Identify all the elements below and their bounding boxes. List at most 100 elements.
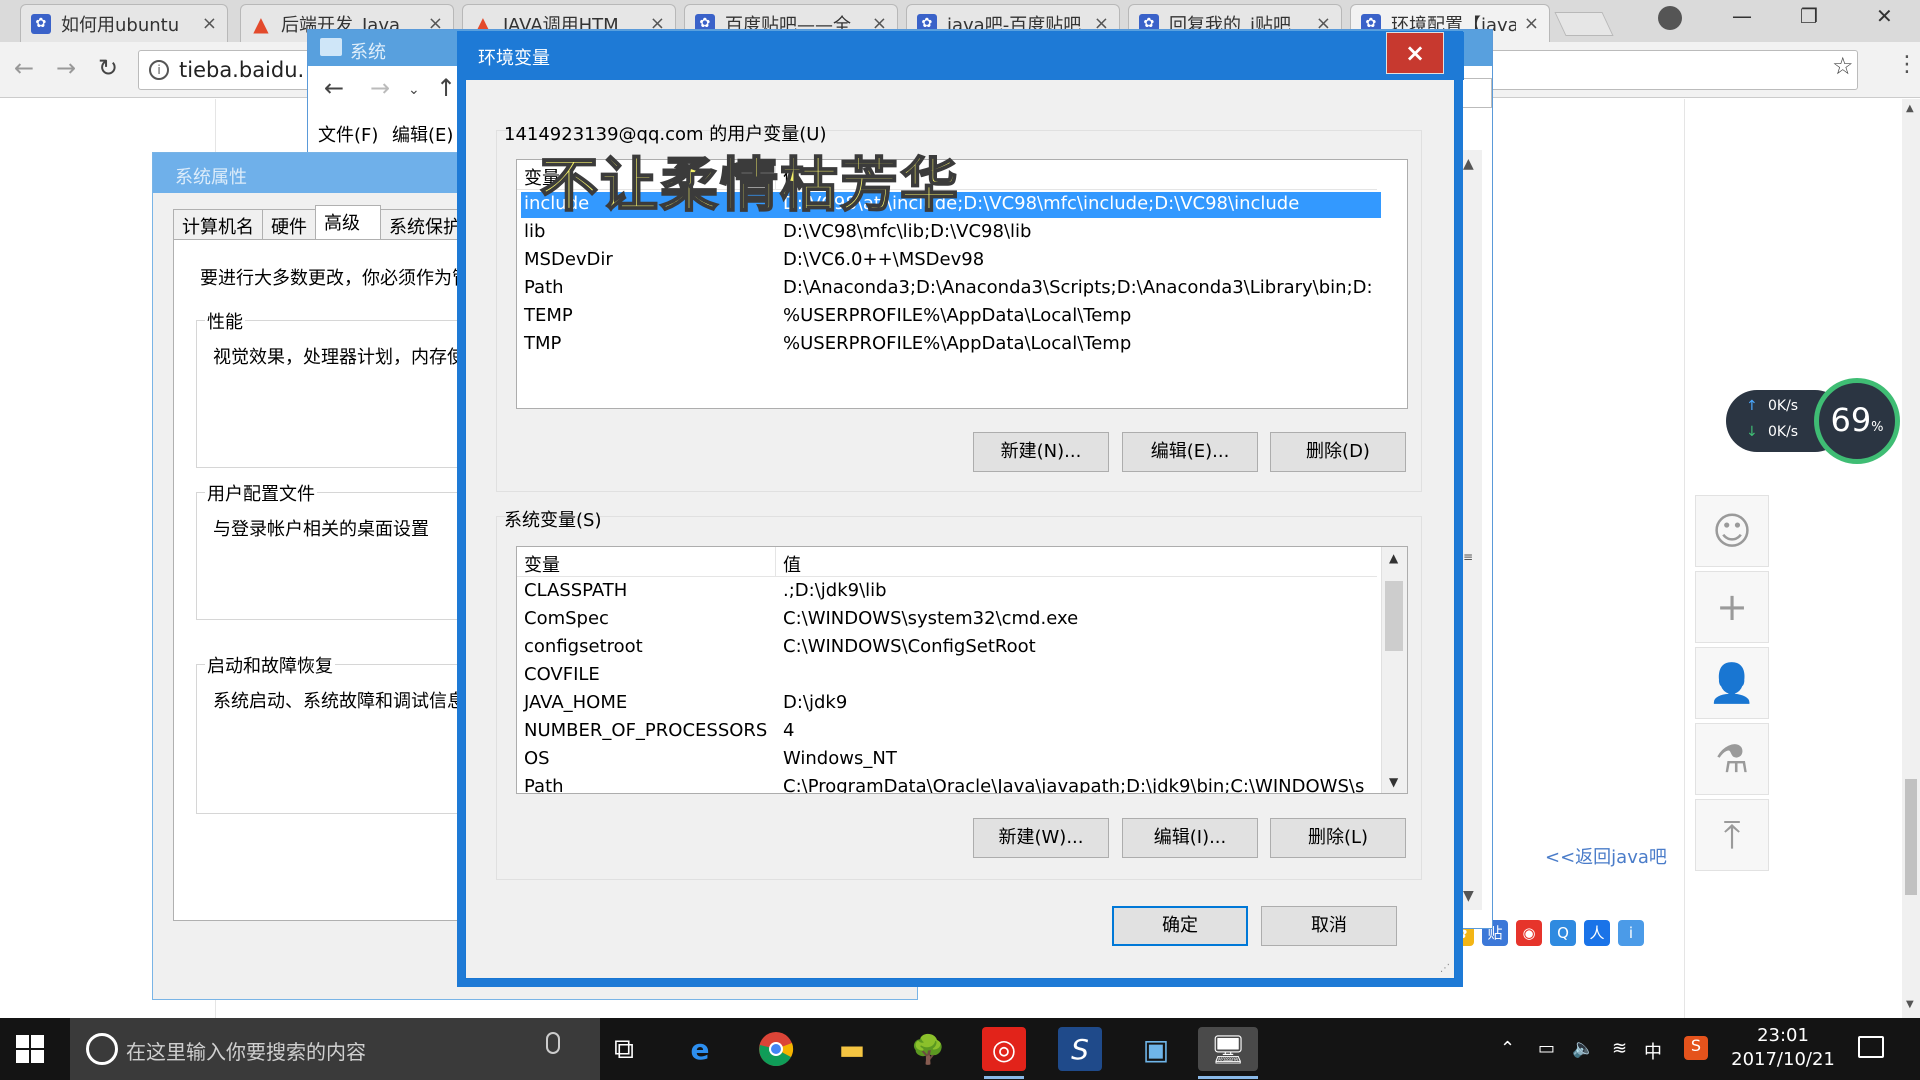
scroll-down-icon[interactable]: ▼ (1389, 775, 1398, 789)
cortana-icon[interactable] (86, 1033, 118, 1065)
up-arrow-icon[interactable]: ↑ (436, 74, 456, 102)
netease-music-icon[interactable]: ◎ (982, 1027, 1026, 1071)
column-header-value[interactable]: 值 (783, 551, 801, 577)
microphone-icon[interactable] (546, 1032, 560, 1054)
env-titlebar[interactable]: 环境变量 × (458, 32, 1464, 80)
task-view-icon[interactable]: ⧉ (602, 1027, 646, 1071)
column-divider[interactable] (775, 547, 776, 577)
table-row[interactable]: TMP %USERPROFILE%\AppData\Local\Temp (521, 332, 1381, 358)
cancel-button[interactable]: 取消 (1261, 906, 1397, 946)
table-row[interactable]: JAVA_HOME D:\jdk9 (521, 691, 1381, 717)
user-icon[interactable]: 👤 (1695, 647, 1769, 719)
back-to-top-icon[interactable]: ⤒ (1695, 799, 1769, 871)
control-panel-icon[interactable]: ▣ (1134, 1027, 1178, 1071)
clock[interactable]: 23:01 2017/10/21 (1728, 1024, 1838, 1072)
tab-system-protection[interactable]: 系统保护 (380, 209, 470, 239)
close-window-icon[interactable]: ✕ (1876, 4, 1893, 28)
ime-indicator[interactable]: 中 (1644, 1038, 1662, 1064)
wifi-icon[interactable]: ≋ (1612, 1038, 1627, 1059)
table-row[interactable]: CLASSPATH .;D:\jdk9\lib (521, 579, 1381, 605)
var-value: D:\jdk9 (783, 692, 848, 713)
new-tab-button[interactable] (1554, 12, 1614, 36)
network-speed-widget[interactable]: ↑ 0K/s ↓ 0K/s 69% (1726, 378, 1900, 470)
tab-close-icon[interactable]: × (202, 13, 217, 34)
scrollbar-thumb[interactable] (1385, 581, 1403, 651)
explorer-scrollbar[interactable]: ▲ ≡ ▼ (1458, 150, 1482, 910)
app-s-icon[interactable]: S (1058, 1027, 1102, 1071)
action-center-icon[interactable] (1858, 1036, 1884, 1058)
volume-icon[interactable]: 🔈 (1572, 1038, 1594, 1059)
scroll-up-icon[interactable]: ▲ (1389, 551, 1398, 565)
chevron-up-icon[interactable]: ⌃ (1500, 1038, 1515, 1059)
browser-tab[interactable]: ✿ 如何用ubuntu × (20, 4, 228, 42)
windows-start-icon[interactable] (16, 1035, 44, 1063)
search-placeholder: 在这里输入你要搜索的内容 (126, 1040, 366, 1064)
edge-browser-icon[interactable]: e (678, 1027, 722, 1071)
share-icon[interactable]: i (1618, 920, 1644, 946)
table-row[interactable]: OS Windows_NT (521, 747, 1381, 773)
system-list-scrollbar[interactable]: ▲ ▼ (1381, 547, 1407, 793)
system-window-icon[interactable]: 🖥 (1198, 1027, 1258, 1071)
restore-icon[interactable]: ❐ (1800, 4, 1818, 28)
ok-button[interactable]: 确定 (1112, 906, 1248, 946)
system-edit-button[interactable]: 编辑(I)... (1122, 818, 1258, 858)
tree-app-icon[interactable]: 🌳 (906, 1027, 950, 1071)
tab-close-icon[interactable]: × (1524, 13, 1539, 34)
scroll-up-icon[interactable]: ▲ (1463, 156, 1474, 172)
scroll-down-icon[interactable]: ▼ (1906, 999, 1914, 1010)
taskbar-search[interactable]: 在这里输入你要搜索的内容 (70, 1018, 600, 1080)
back-arrow-icon[interactable]: ← (324, 74, 344, 102)
chrome-browser-icon[interactable] (754, 1027, 798, 1071)
system-variables-list[interactable]: 变量 值 CLASSPATH .;D:\jdk9\lib ComSpec C:\WI… (516, 546, 1408, 794)
menu-dots-icon[interactable]: ⋮ (1896, 52, 1918, 77)
flask-icon[interactable]: ⚗ (1695, 723, 1769, 795)
table-row[interactable]: TEMP %USERPROFILE%\AppData\Local\Temp (521, 304, 1381, 330)
system-delete-button[interactable]: 删除(L) (1270, 818, 1406, 858)
tab-computer-name[interactable]: 计算机名 (173, 209, 263, 239)
battery-icon[interactable]: ▭ (1538, 1038, 1555, 1059)
upload-speed: 0K/s (1768, 398, 1799, 414)
table-row[interactable]: configsetroot C:\WINDOWS\ConfigSetRoot (521, 635, 1381, 661)
tab-advanced[interactable]: 高级 (315, 205, 381, 239)
table-row[interactable]: COVFILE (521, 663, 1381, 689)
table-row[interactable]: ComSpec C:\WINDOWS\system32\cmd.exe (521, 607, 1381, 633)
qzone-icon[interactable]: Q (1550, 920, 1576, 946)
bookmark-star-icon[interactable]: ☆ (1832, 52, 1854, 80)
table-row[interactable]: lib D:\VC98\mfc\lib;D:\VC98\lib (521, 220, 1381, 246)
scroll-grip-icon[interactable]: ≡ (1463, 550, 1473, 564)
user-new-button[interactable]: 新建(N)... (973, 432, 1109, 472)
upload-arrow-icon: ↑ (1746, 398, 1758, 414)
back-arrow-icon[interactable]: ← (14, 54, 34, 82)
minimize-icon[interactable]: — (1732, 4, 1752, 28)
forward-arrow-icon[interactable]: → (56, 54, 76, 82)
tab-hardware[interactable]: 硬件 (262, 209, 316, 239)
page-scrollbar[interactable]: ▲ ▼ (1902, 99, 1920, 1018)
file-explorer-icon[interactable]: ▬ (830, 1027, 874, 1071)
back-to-forum-link[interactable]: <<返回java吧 (1545, 843, 1667, 869)
renren-icon[interactable]: 人 (1584, 920, 1610, 946)
profile-icon[interactable] (1658, 6, 1682, 30)
forward-arrow-icon[interactable]: → (370, 74, 390, 102)
table-row[interactable]: Path D:\Anaconda3;D:\Anaconda3\Scripts;D:… (521, 276, 1381, 302)
user-delete-button[interactable]: 删除(D) (1270, 432, 1406, 472)
menu-edit[interactable]: 编辑(E) (392, 121, 453, 147)
sogou-ime-icon[interactable]: S (1684, 1036, 1708, 1060)
info-icon[interactable]: i (149, 60, 169, 80)
scroll-down-icon[interactable]: ▼ (1463, 888, 1474, 904)
user-edit-button[interactable]: 编辑(E)... (1122, 432, 1258, 472)
bear-face-icon[interactable]: ☺ (1695, 495, 1769, 567)
chevron-down-icon[interactable]: ⌄ (408, 82, 420, 98)
resize-grip-icon[interactable]: ⋰ (1440, 963, 1450, 974)
close-button[interactable]: × (1386, 32, 1444, 74)
plus-icon[interactable]: + (1695, 571, 1769, 643)
table-row[interactable]: NUMBER_OF_PROCESSORS 4 (521, 719, 1381, 745)
column-header-variable[interactable]: 变量 (524, 551, 560, 577)
table-row[interactable]: MSDevDir D:\VC6.0++\MSDev98 (521, 248, 1381, 274)
reload-icon[interactable]: ↻ (98, 54, 118, 82)
menu-file[interactable]: 文件(F) (318, 121, 378, 147)
system-new-button[interactable]: 新建(W)... (973, 818, 1109, 858)
scroll-up-icon[interactable]: ▲ (1906, 103, 1914, 114)
weibo-icon[interactable]: ◉ (1516, 920, 1542, 946)
scrollbar-thumb[interactable] (1905, 779, 1917, 895)
table-row[interactable]: Path C:\ProgramData\Oracle\Java\javapath;… (521, 775, 1381, 793)
